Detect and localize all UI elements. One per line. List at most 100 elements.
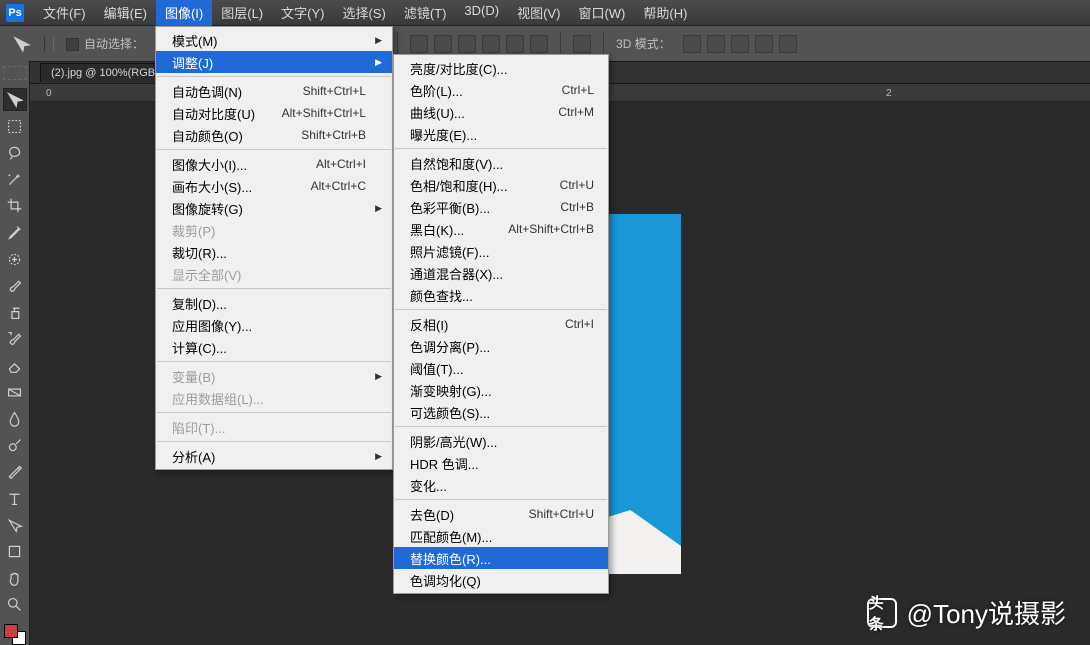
adjust-menu-item-11[interactable]: 颜色查找... <box>394 284 608 306</box>
menu-文件[interactable]: 文件(F) <box>34 0 95 26</box>
tool-clone[interactable] <box>3 301 27 324</box>
adjust-menu-item-16[interactable]: 渐变映射(G)... <box>394 379 608 401</box>
menu-adjustments[interactable]: 亮度/对比度(C)...色阶(L)...Ctrl+L曲线(U)...Ctrl+M… <box>393 54 609 594</box>
menu-视图[interactable]: 视图(V) <box>508 0 569 26</box>
image-menu-item-7[interactable]: 图像大小(I)...Alt+Ctrl+I <box>156 153 392 175</box>
watermark-text: @Tony说摄影 <box>907 594 1066 631</box>
image-menu-item-23[interactable]: 分析(A) <box>156 445 392 467</box>
menu-图层[interactable]: 图层(L) <box>212 0 272 26</box>
tool-path-sel[interactable] <box>3 514 27 537</box>
image-menu-item-3[interactable]: 自动色调(N)Shift+Ctrl+L <box>156 80 392 102</box>
move-tool-icon <box>10 33 32 55</box>
menu-item-label: 亮度/对比度(C)... <box>410 59 508 78</box>
ps-logo-icon: Ps <box>6 4 24 22</box>
tool-crop[interactable] <box>3 195 27 218</box>
menu-item-label: 自动颜色(O) <box>172 126 243 145</box>
image-menu-item-9[interactable]: 图像旋转(G) <box>156 197 392 219</box>
menu-图像[interactable]: 图像(I) <box>156 0 212 26</box>
adjust-menu-item-0[interactable]: 亮度/对比度(C)... <box>394 57 608 79</box>
menu-滤镜[interactable]: 滤镜(T) <box>395 0 456 26</box>
tool-type[interactable] <box>3 487 27 510</box>
image-menu-item-4[interactable]: 自动对比度(U)Alt+Shift+Ctrl+L <box>156 102 392 124</box>
menu-item-label: 反相(I) <box>410 315 448 334</box>
menu-3D[interactable]: 3D(D) <box>455 0 508 26</box>
menu-item-label: 自然饱和度(V)... <box>410 154 503 173</box>
adjust-menu-item-6[interactable]: 色相/饱和度(H)...Ctrl+U <box>394 174 608 196</box>
menu-item-label: 阈值(T)... <box>410 359 463 378</box>
color-swatches[interactable] <box>4 624 26 645</box>
document-tab[interactable]: (2).jpg @ 100%(RGB <box>40 63 166 82</box>
tool-move[interactable] <box>3 88 27 111</box>
distribute-controls[interactable] <box>410 35 548 53</box>
tool-history-brush[interactable] <box>3 328 27 351</box>
adjust-menu-item-24[interactable]: 匹配颜色(M)... <box>394 525 608 547</box>
tool-brush[interactable] <box>3 274 27 297</box>
menu-item-label: 画布大小(S)... <box>172 177 252 196</box>
watermark: 头条 @Tony说摄影 <box>867 594 1066 631</box>
adjust-menu-item-26[interactable]: 色调均化(Q) <box>394 569 608 591</box>
tool-lasso[interactable] <box>3 141 27 164</box>
panel-drag-handle[interactable] <box>3 66 27 80</box>
watermark-logo-icon: 头条 <box>867 598 897 628</box>
adjust-menu-item-5[interactable]: 自然饱和度(V)... <box>394 152 608 174</box>
menu-item-shortcut: Ctrl+B <box>560 200 594 214</box>
adjust-menu-item-19[interactable]: 阴影/高光(W)... <box>394 430 608 452</box>
menu-item-label: 模式(M) <box>172 31 218 50</box>
menu-item-label: 自动色调(N) <box>172 82 242 101</box>
tool-gradient[interactable] <box>3 381 27 404</box>
tool-hand[interactable] <box>3 567 27 590</box>
tool-shape[interactable] <box>3 540 27 563</box>
menu-文字[interactable]: 文字(Y) <box>272 0 333 26</box>
tool-zoom[interactable] <box>3 594 27 617</box>
menu-item-label: 变化... <box>410 476 447 495</box>
menu-选择[interactable]: 选择(S) <box>333 0 394 26</box>
image-menu-item-16[interactable]: 计算(C)... <box>156 336 392 358</box>
adjust-menu-item-14[interactable]: 色调分离(P)... <box>394 335 608 357</box>
menu-image[interactable]: 模式(M)调整(J) 自动色调(N)Shift+Ctrl+L自动对比度(U)Alt… <box>155 26 393 470</box>
menu-item-label: 颜色查找... <box>410 286 473 305</box>
menu-item-label: 图像大小(I)... <box>172 155 247 174</box>
image-menu-item-1[interactable]: 调整(J) <box>156 51 392 73</box>
tool-eraser[interactable] <box>3 354 27 377</box>
adjust-menu-item-1[interactable]: 色阶(L)...Ctrl+L <box>394 79 608 101</box>
menu-帮助[interactable]: 帮助(H) <box>634 0 696 26</box>
adjust-menu-item-21[interactable]: 变化... <box>394 474 608 496</box>
adjust-menu-item-8[interactable]: 黑白(K)...Alt+Shift+Ctrl+B <box>394 218 608 240</box>
adjust-menu-item-7[interactable]: 色彩平衡(B)...Ctrl+B <box>394 196 608 218</box>
menu-窗口[interactable]: 窗口(W) <box>569 0 634 26</box>
tool-patch[interactable] <box>3 248 27 271</box>
menu-item-label: 分析(A) <box>172 447 215 466</box>
adjust-menu-item-3[interactable]: 曝光度(E)... <box>394 123 608 145</box>
tool-pen[interactable] <box>3 461 27 484</box>
adjust-menu-item-13[interactable]: 反相(I)Ctrl+I <box>394 313 608 335</box>
image-menu-item-5[interactable]: 自动颜色(O)Shift+Ctrl+B <box>156 124 392 146</box>
tool-eyedropper[interactable] <box>3 221 27 244</box>
adjust-menu-item-20[interactable]: HDR 色调... <box>394 452 608 474</box>
image-menu-item-11[interactable]: 裁切(R)... <box>156 241 392 263</box>
tool-dodge[interactable] <box>3 434 27 457</box>
menu-item-label: 照片滤镜(F)... <box>410 242 489 261</box>
adjust-menu-item-9[interactable]: 照片滤镜(F)... <box>394 240 608 262</box>
tool-magic-wand[interactable] <box>3 168 27 191</box>
adjust-menu-item-15[interactable]: 阈值(T)... <box>394 357 608 379</box>
menu-item-shortcut: Shift+Ctrl+U <box>529 507 594 521</box>
adjust-menu-item-10[interactable]: 通道混合器(X)... <box>394 262 608 284</box>
tool-blur[interactable] <box>3 407 27 430</box>
adjust-menu-item-25[interactable]: 替换颜色(R)... <box>394 547 608 569</box>
auto-select-checkbox[interactable]: 自动选择： <box>66 35 144 52</box>
menu-item-shortcut: Alt+Shift+Ctrl+L <box>282 106 366 120</box>
menu-item-label: 色相/饱和度(H)... <box>410 176 508 195</box>
arrange-controls[interactable] <box>573 35 591 53</box>
mode-3d-controls[interactable] <box>683 35 797 53</box>
menu-编辑[interactable]: 编辑(E) <box>95 0 156 26</box>
adjust-menu-item-2[interactable]: 曲线(U)...Ctrl+M <box>394 101 608 123</box>
image-menu-item-10: 裁剪(P) <box>156 219 392 241</box>
tool-marquee[interactable] <box>3 115 27 138</box>
image-menu-item-0[interactable]: 模式(M) <box>156 29 392 51</box>
image-menu-item-8[interactable]: 画布大小(S)...Alt+Ctrl+C <box>156 175 392 197</box>
image-menu-item-14[interactable]: 复制(D)... <box>156 292 392 314</box>
image-menu-item-15[interactable]: 应用图像(Y)... <box>156 314 392 336</box>
adjust-menu-item-17[interactable]: 可选颜色(S)... <box>394 401 608 423</box>
adjust-menu-item-23[interactable]: 去色(D)Shift+Ctrl+U <box>394 503 608 525</box>
image-menu-item-18: 变量(B) <box>156 365 392 387</box>
